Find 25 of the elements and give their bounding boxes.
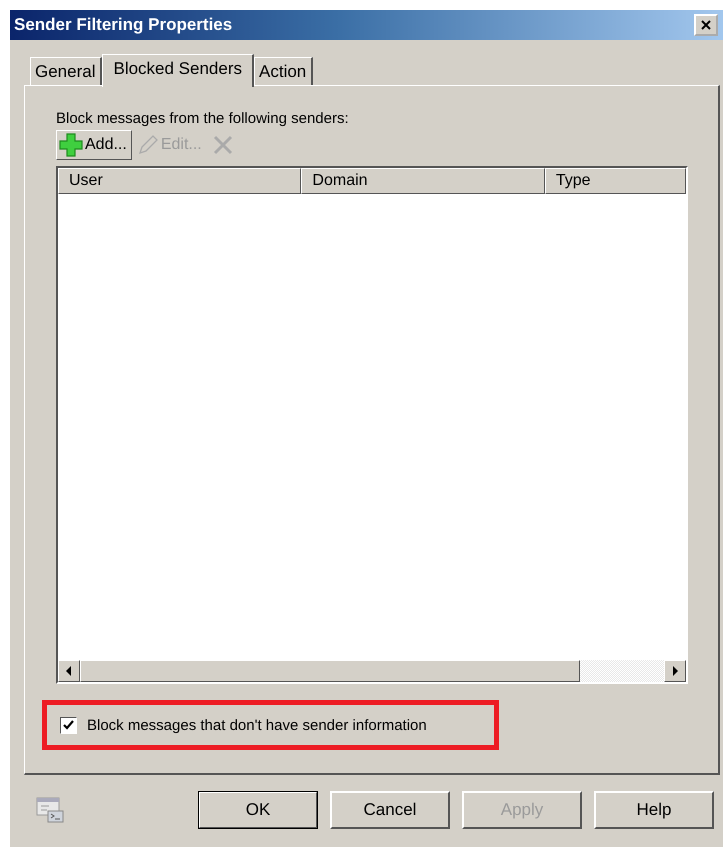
dialog-button[interactable]: OK: [198, 791, 318, 829]
column-header[interactable]: Domain: [301, 168, 545, 194]
dialog-button[interactable]: Cancel: [330, 791, 450, 829]
close-icon: [700, 19, 712, 31]
close-button[interactable]: [694, 14, 718, 36]
console-icon[interactable]: [36, 797, 64, 823]
plus-icon: [59, 133, 83, 157]
tab[interactable]: General: [30, 57, 102, 85]
window-title: Sender Filtering Properties: [14, 15, 232, 35]
x-icon: [212, 134, 234, 156]
horizontal-scrollbar[interactable]: [58, 660, 686, 682]
dialog-button[interactable]: Help: [594, 791, 714, 829]
pencil-icon: [136, 134, 159, 156]
add-button[interactable]: Add...: [56, 130, 132, 160]
checkbox[interactable]: [60, 716, 77, 734]
left-arrow-icon: [65, 666, 73, 676]
column-header[interactable]: User: [58, 168, 302, 194]
sender-info-checkbox[interactable]: Block messages that don't have sender information: [60, 716, 427, 734]
right-arrow-icon: [671, 666, 679, 676]
check-icon: [62, 718, 75, 732]
list-label: Block messages from the following senders:: [56, 110, 350, 127]
tab[interactable]: Blocked Senders: [102, 54, 254, 87]
column-header[interactable]: Type: [544, 168, 686, 194]
tab[interactable]: Action: [254, 57, 314, 85]
scroll-thumb[interactable]: [80, 660, 580, 682]
